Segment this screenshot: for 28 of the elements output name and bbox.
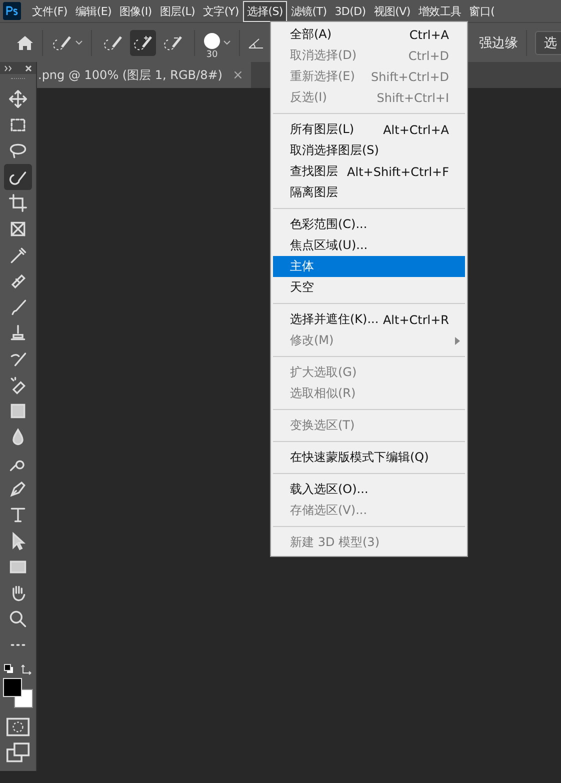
menu-item[interactable]: 色彩范围(C)... xyxy=(273,214,465,235)
close-tab-button[interactable]: × xyxy=(232,68,244,82)
menu-bar-item[interactable]: 图像(I) xyxy=(115,0,156,22)
refine-edge-label[interactable]: 强边缘 xyxy=(479,34,518,52)
menu-item[interactable]: 所有图层(L) Alt+Ctrl+A xyxy=(273,119,465,140)
menu-bar-item[interactable]: 滤镜(T) xyxy=(286,0,331,22)
select-subject-button[interactable]: 选 xyxy=(535,30,561,54)
menu-item[interactable]: 查找图层 Alt+Shift+Ctrl+F xyxy=(273,161,465,182)
menu-bar-item[interactable]: 文字(Y) xyxy=(199,0,243,22)
document-tab[interactable]: .png @ 100% (图层 1, RGB/8#) × xyxy=(37,62,252,88)
menu-bar-item[interactable]: 3D(D) xyxy=(330,0,370,22)
menu-item[interactable]: 选择并遮住(K)... Alt+Ctrl+R xyxy=(273,309,465,330)
menu-bar-item[interactable]: 视图(V) xyxy=(370,0,414,22)
menu-item[interactable]: 取消选择图层(S) xyxy=(273,140,465,161)
menu-item[interactable]: 隔离图层 xyxy=(273,182,465,203)
menu-bar-item[interactable]: 图层(L) xyxy=(156,0,200,22)
menu-item[interactable]: 焦点区域(U)... xyxy=(273,235,465,256)
document-title: .png @ 100% (图层 1, RGB/8#) xyxy=(38,66,222,84)
menu-item[interactable]: 载入选区(O)... xyxy=(273,479,465,500)
menu-bar-item[interactable]: 编辑(E) xyxy=(71,0,116,22)
menu-bar-item[interactable]: 文件(F) xyxy=(28,0,72,22)
menu-item[interactable]: 主体 xyxy=(273,256,465,277)
menu-item[interactable]: 全部(A) Ctrl+A xyxy=(273,24,465,45)
menu-bar-item[interactable]: 选择(S) xyxy=(242,0,287,22)
menu-bar-item[interactable]: 增效工具 xyxy=(414,0,466,22)
menu-item[interactable]: 天空 xyxy=(273,277,465,298)
menu-bar-item[interactable]: 窗口( xyxy=(465,0,499,22)
menu-item[interactable]: 在快速蒙版模式下编辑(Q) xyxy=(273,447,465,468)
